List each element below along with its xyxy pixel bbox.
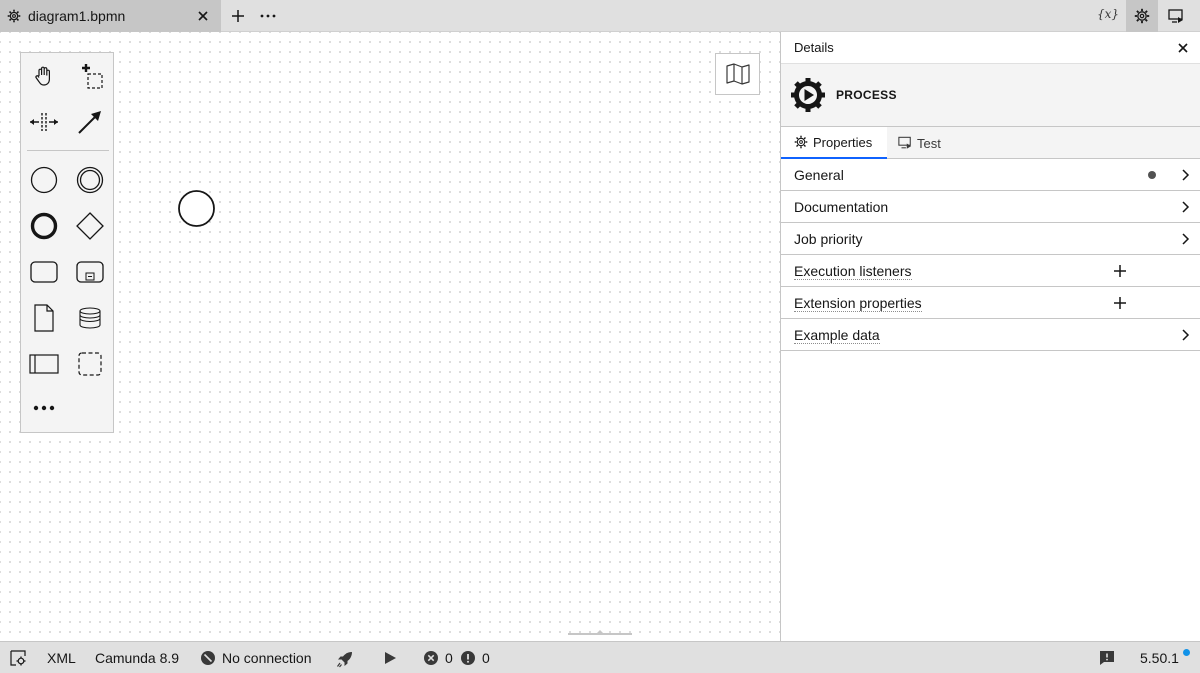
- plus-icon[interactable]: [1113, 264, 1127, 278]
- gear-icon: [7, 9, 21, 23]
- tab-properties[interactable]: Properties: [781, 127, 887, 159]
- group-label: Execution listeners: [794, 263, 912, 280]
- title-bar: diagram1.bpmn {x}: [0, 0, 1200, 32]
- panel-title: Details: [794, 40, 834, 55]
- group-job-priority[interactable]: Job priority: [781, 223, 1200, 255]
- group-label: Example data: [794, 327, 880, 344]
- plus-icon[interactable]: [1113, 296, 1127, 310]
- intermediate-event-icon[interactable]: [72, 162, 108, 198]
- error-icon[interactable]: [423, 650, 439, 666]
- gateway-icon[interactable]: [72, 208, 108, 244]
- group-icon[interactable]: [72, 346, 108, 382]
- chevron-right-icon[interactable]: [1179, 201, 1191, 213]
- minimap-toggle[interactable]: [715, 53, 760, 95]
- palette: [20, 52, 114, 433]
- settings-window-icon[interactable]: [10, 650, 26, 666]
- close-icon[interactable]: [1177, 42, 1189, 54]
- group-label: Documentation: [794, 199, 889, 215]
- connection-status[interactable]: No connection: [222, 650, 312, 666]
- diagram-canvas[interactable]: [0, 32, 780, 641]
- more-elements-icon[interactable]: [26, 390, 62, 426]
- group-label: Extension properties: [794, 295, 922, 312]
- element-type-label: PROCESS: [836, 88, 897, 102]
- warning-icon[interactable]: [460, 650, 476, 666]
- start-event-icon[interactable]: [26, 162, 62, 198]
- group-label: General: [794, 167, 844, 183]
- tab-test[interactable]: Test: [898, 127, 941, 159]
- group-documentation[interactable]: Documentation: [781, 191, 1200, 223]
- subprocess-icon[interactable]: [72, 254, 108, 290]
- warning-count: 0: [482, 650, 490, 666]
- group-label: Job priority: [794, 231, 863, 247]
- map-icon: [725, 63, 750, 85]
- space-tool-icon[interactable]: [26, 104, 62, 140]
- data-object-icon[interactable]: [26, 300, 62, 336]
- global-connect-tool-icon[interactable]: [72, 104, 108, 140]
- test-panel-toggle[interactable]: [1166, 6, 1186, 26]
- participant-icon[interactable]: [26, 346, 62, 382]
- feedback-icon[interactable]: [1099, 650, 1115, 666]
- data-indicator-dot: [1148, 171, 1156, 179]
- gear-icon: [1134, 8, 1150, 24]
- properties-panel: Details PROCESS Properties Test General …: [780, 32, 1200, 641]
- palette-separator: [27, 150, 109, 151]
- disconnected-icon: [200, 650, 216, 666]
- variables-button[interactable]: {x}: [1097, 7, 1119, 21]
- tab-title: diagram1.bpmn: [28, 8, 126, 24]
- lasso-tool-icon[interactable]: [72, 58, 108, 94]
- group-execution-listeners[interactable]: Execution listeners: [781, 255, 1200, 287]
- more-tabs-button[interactable]: [258, 6, 278, 26]
- deploy-icon[interactable]: [336, 650, 352, 668]
- panel-tabs: Properties Test: [781, 127, 1200, 159]
- overflow-menu-icon: [260, 14, 276, 18]
- group-general[interactable]: General: [781, 159, 1200, 191]
- error-count: 0: [445, 650, 453, 666]
- version-label[interactable]: 5.50.1: [1140, 650, 1179, 666]
- bottom-panel-handle[interactable]: [568, 627, 632, 637]
- run-icon[interactable]: [382, 650, 398, 666]
- tab-properties-label: Properties: [813, 134, 873, 150]
- end-event-icon[interactable]: [26, 208, 62, 244]
- engine-version-button[interactable]: Camunda 8.9: [95, 650, 179, 666]
- chevron-right-icon[interactable]: [1179, 329, 1191, 341]
- status-bar: XML Camunda 8.9 No connection 0 0 5.50.1: [0, 641, 1200, 673]
- properties-panel-toggle[interactable]: [1126, 0, 1158, 32]
- process-icon: [791, 78, 825, 112]
- plus-icon: [232, 10, 244, 22]
- tab-diagram[interactable]: diagram1.bpmn: [0, 0, 221, 32]
- close-icon[interactable]: [197, 10, 209, 22]
- task-icon[interactable]: [26, 254, 62, 290]
- chevron-right-icon[interactable]: [1179, 169, 1191, 181]
- panel-header: Details: [781, 32, 1200, 64]
- tab-test-label: Test: [917, 135, 941, 151]
- start-event-shape[interactable]: [178, 190, 215, 227]
- play-screen-icon: [898, 136, 912, 149]
- group-example-data[interactable]: Example data: [781, 319, 1200, 351]
- chevron-right-icon[interactable]: [1179, 233, 1191, 245]
- data-store-icon[interactable]: [72, 300, 108, 336]
- group-extension-properties[interactable]: Extension properties: [781, 287, 1200, 319]
- new-tab-button[interactable]: [228, 6, 248, 26]
- play-screen-icon: [1168, 8, 1183, 23]
- element-header: PROCESS: [781, 64, 1200, 127]
- update-available-dot: [1183, 649, 1190, 656]
- gear-icon: [794, 135, 808, 149]
- xml-view-button[interactable]: XML: [47, 650, 76, 666]
- hand-tool-icon[interactable]: [26, 58, 62, 94]
